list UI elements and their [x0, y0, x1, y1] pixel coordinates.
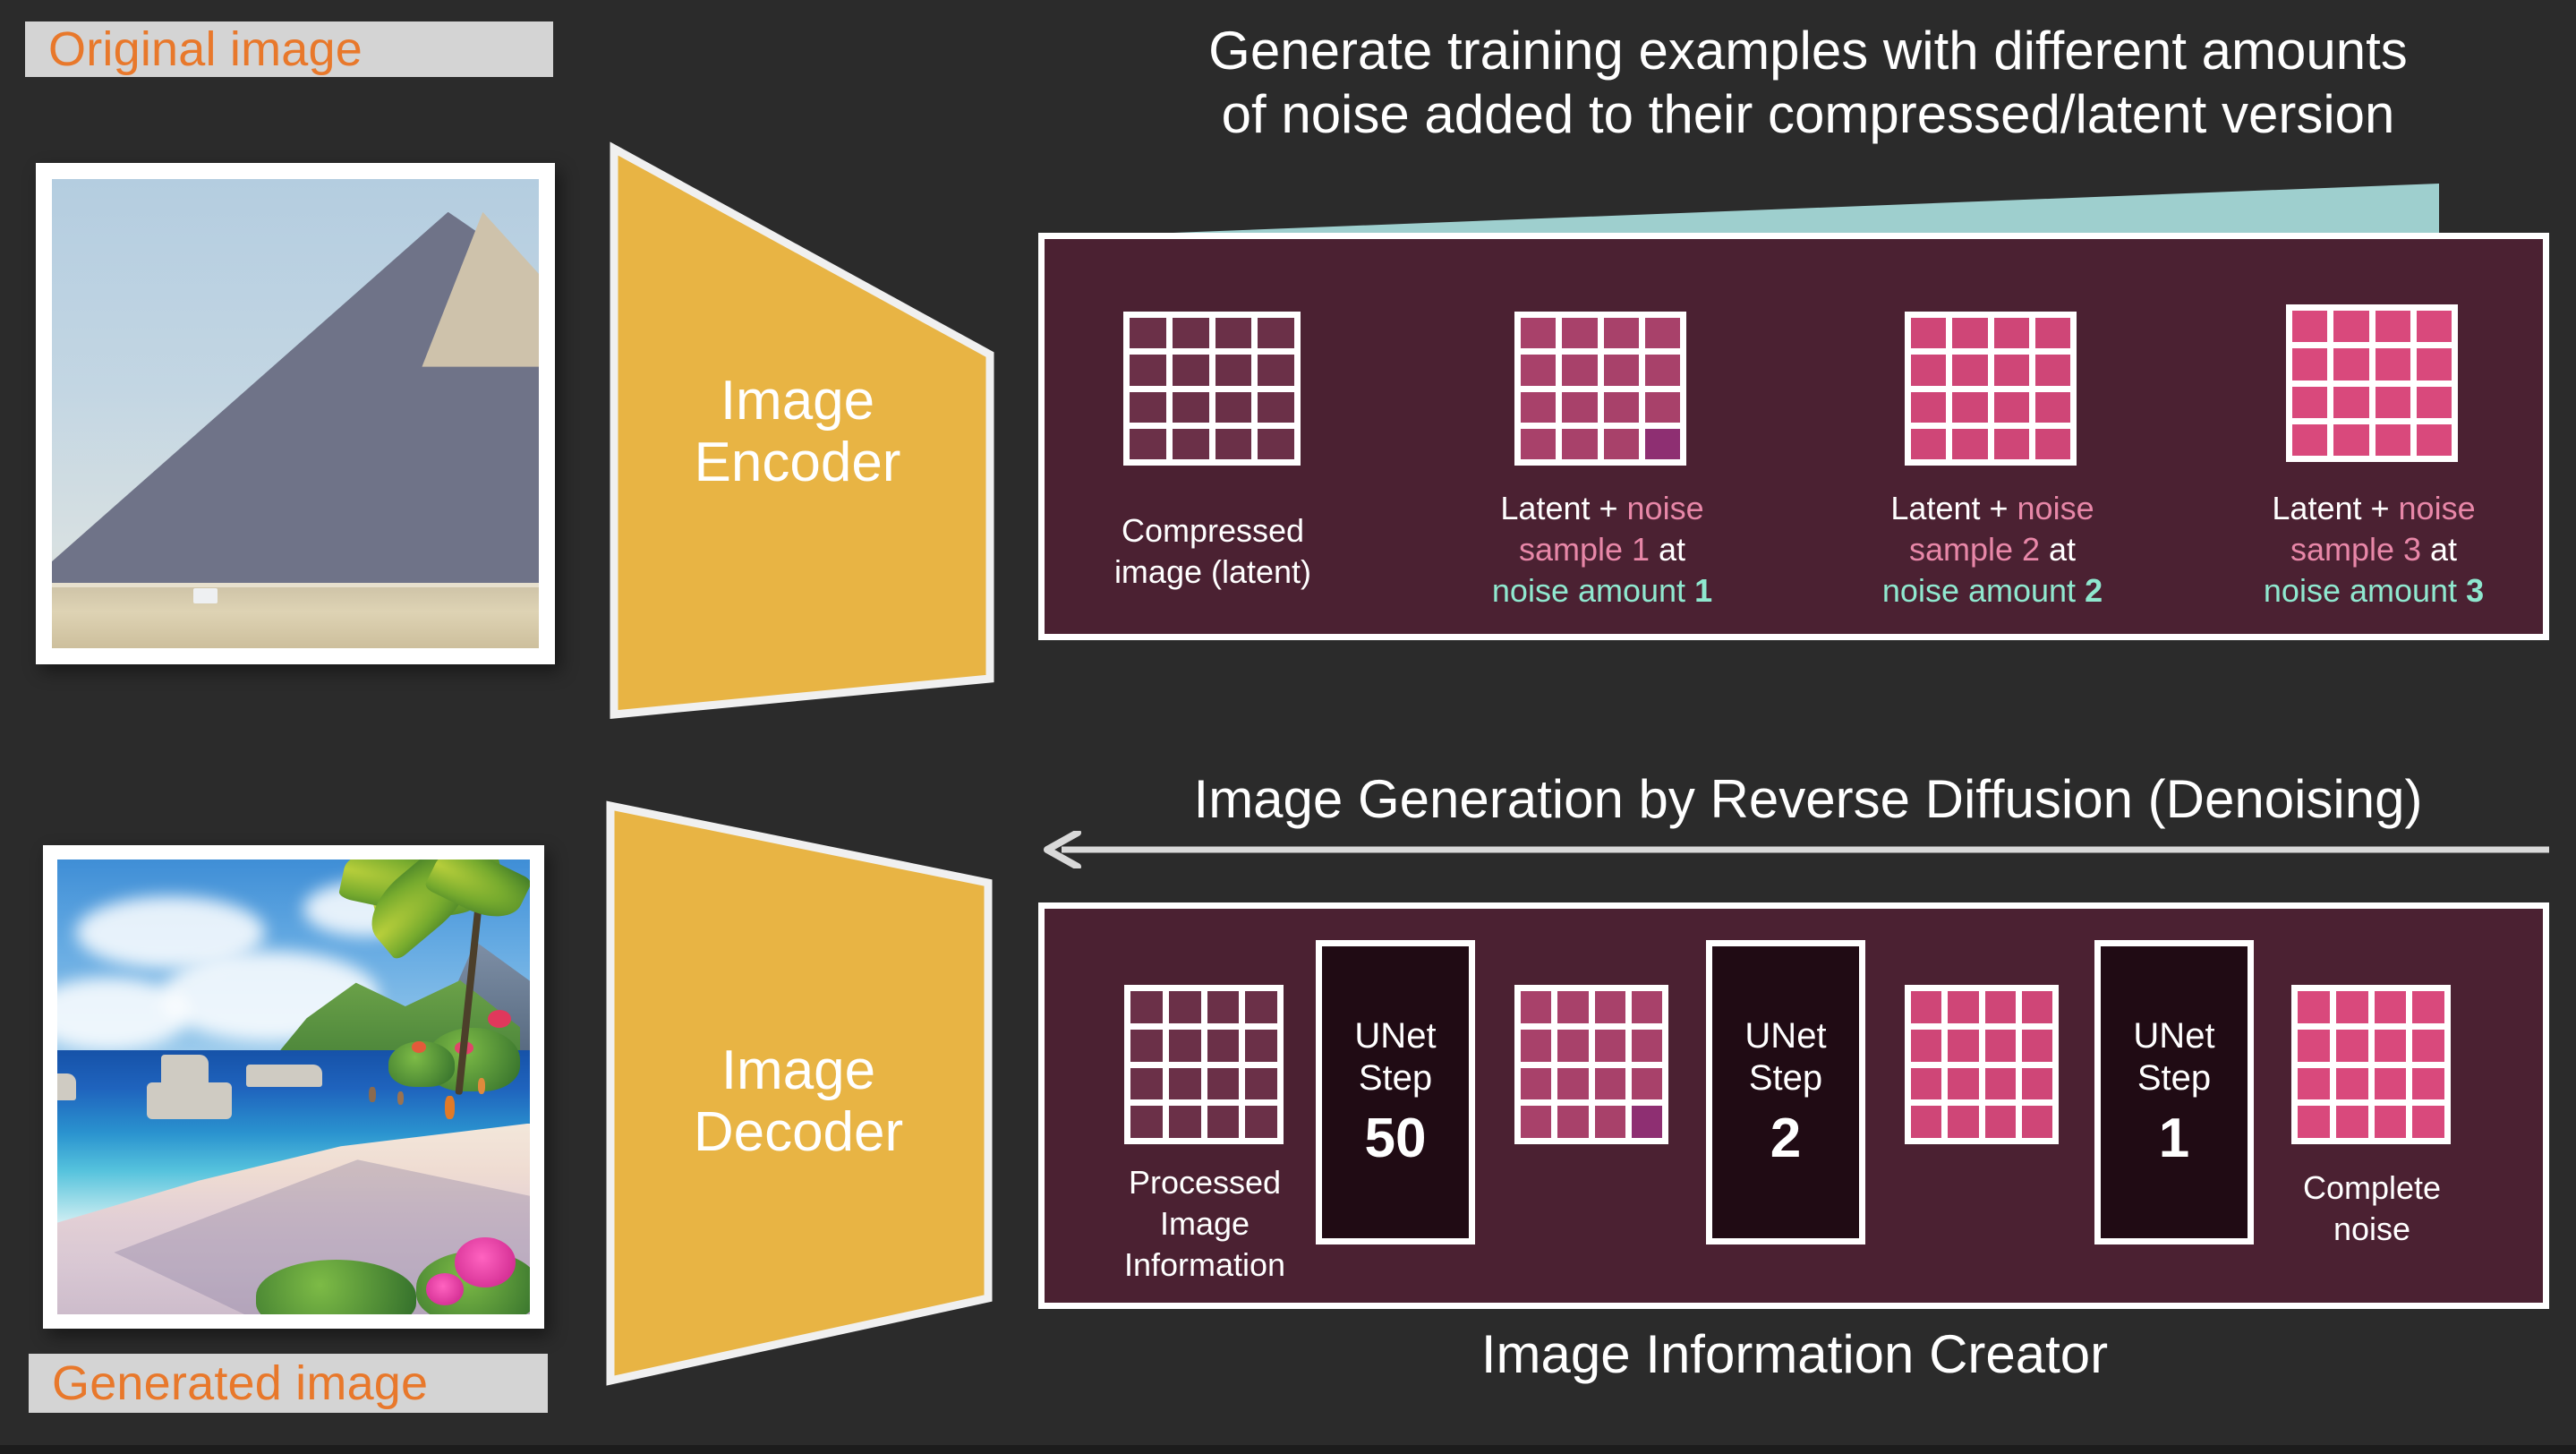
caption-compressed-latent: Compressed image (latent) — [1065, 510, 1361, 593]
generated-image-label-text: Generated image — [52, 1356, 429, 1410]
unet-step-2-box[interactable]: UNet Step 2 — [1706, 940, 1865, 1244]
image-encoder-shape: Image Encoder — [607, 141, 997, 722]
reverse-diffusion-heading: Image Generation by Reverse Diffusion (D… — [1056, 768, 2560, 832]
generated-image-photo — [43, 845, 544, 1329]
latent-grid-noise-2 — [1905, 312, 2077, 466]
unet-step-1-box[interactable]: UNet Step 1 — [2094, 940, 2254, 1244]
unet-50-line1: UNet — [1354, 1015, 1437, 1056]
original-image-photo — [36, 163, 555, 664]
caption-n3-line1: Latent + noise — [2272, 490, 2476, 526]
latent-grid-step-50-output — [1514, 985, 1668, 1144]
original-image-label-text: Original image — [48, 22, 363, 76]
unet-2-line2: Step — [1748, 1057, 1823, 1098]
training-heading-line2: of noise added to their compressed/laten… — [1221, 83, 2395, 144]
unet-2-number: 2 — [1770, 1108, 1802, 1170]
unet-50-number: 50 — [1364, 1108, 1427, 1170]
caption-n1-line2: sample 1 at — [1518, 531, 1686, 569]
latent-grid-compressed — [1123, 312, 1301, 466]
caption-complete-noise: Complete noise — [2238, 1167, 2506, 1250]
increasing-noise-wedge-icon — [1150, 184, 2439, 235]
bottom-strip — [0, 1445, 2576, 1454]
training-heading: Generate training examples with differen… — [1074, 20, 2542, 147]
image-information-creator-caption-text: Image Information Creator — [1480, 1324, 2109, 1384]
training-heading-line1: Generate training examples with differen… — [1208, 21, 2408, 81]
image-information-creator-caption: Image Information Creator — [1038, 1323, 2551, 1387]
latent-grid-step-2-output — [1905, 985, 2059, 1144]
caption-n2-line2: sample 2 at — [1908, 531, 2077, 569]
caption-cn-line1: Complete — [2302, 1169, 2442, 1206]
beach-photo-canvas — [57, 860, 530, 1314]
unet-1-number: 1 — [2158, 1108, 2190, 1170]
caption-n3-line3: noise amount 3 — [2263, 572, 2485, 610]
caption-latent-noise-1: Latent + noise sample 1 at noise amount … — [1450, 488, 1754, 612]
original-image-label: Original image — [25, 21, 553, 77]
caption-pii-line3: Information — [1123, 1246, 1286, 1284]
latent-grid-noise-1 — [1514, 312, 1686, 466]
caption-n2-line3: noise amount 2 — [1881, 572, 2103, 610]
image-decoder-shape: Image Decoder — [601, 797, 995, 1406]
caption-pii-line2: Image — [1159, 1205, 1250, 1243]
latent-grid-noise-3 — [2286, 304, 2458, 462]
reverse-diffusion-heading-text: Image Generation by Reverse Diffusion (D… — [1193, 769, 2423, 829]
caption-latent-noise-2: Latent + noise sample 2 at noise amount … — [1840, 488, 2145, 612]
latent-grid-processed-image-information — [1124, 985, 1284, 1144]
caption-latent-noise-3: Latent + noise sample 3 at noise amount … — [2222, 488, 2526, 612]
caption-compressed-line1: Compressed — [1121, 512, 1305, 549]
caption-n3-line2: sample 3 at — [2290, 531, 2458, 569]
diagram-canvas: Original image Generated image Image Enc… — [0, 0, 2576, 1454]
caption-cn-line2: noise — [2333, 1210, 2411, 1248]
caption-pii-line1: Processed — [1128, 1164, 1282, 1201]
unet-2-line1: UNet — [1744, 1015, 1827, 1056]
caption-n2-line1: Latent + noise — [1890, 490, 2094, 526]
unet-1-line2: Step — [2137, 1057, 2212, 1098]
pyramid-photo-canvas — [52, 179, 539, 648]
unet-50-line2: Step — [1358, 1057, 1433, 1098]
generated-image-label: Generated image — [29, 1354, 548, 1413]
caption-compressed-line2: image (latent) — [1113, 553, 1312, 591]
caption-processed-image-information: Processed Image Information — [1070, 1162, 1339, 1286]
unet-step-50-box[interactable]: UNet Step 50 — [1316, 940, 1475, 1244]
caption-n1-line3: noise amount 1 — [1491, 572, 1713, 610]
unet-1-line1: UNet — [2133, 1015, 2215, 1056]
caption-n1-line1: Latent + noise — [1500, 490, 1704, 526]
latent-grid-complete-noise — [2291, 985, 2451, 1144]
left-arrow-icon — [1031, 831, 2549, 868]
